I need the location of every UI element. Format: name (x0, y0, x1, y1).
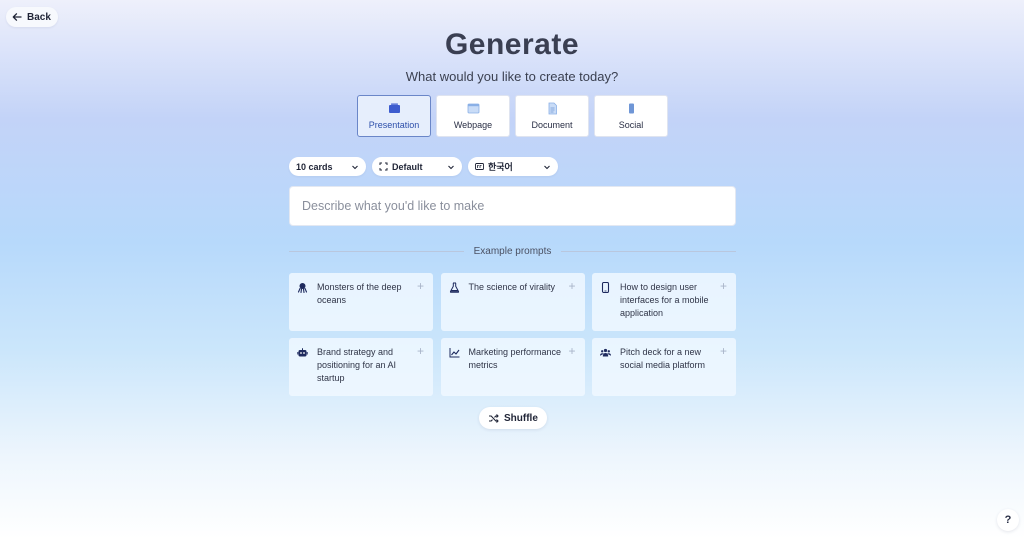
type-document[interactable]: Document (515, 95, 589, 137)
people-icon (600, 348, 611, 357)
back-label: Back (27, 11, 51, 23)
language-icon (475, 163, 484, 170)
page-subtitle: What would you like to create today? (405, 69, 619, 84)
type-label: Social (618, 120, 644, 130)
language-value: 한국어 (488, 163, 513, 173)
expand-icon (379, 162, 388, 171)
options-bar: 10 cards Default 한국어 (289, 157, 558, 176)
example-prompt-text: The science of virality (468, 282, 556, 292)
type-label: Document (531, 120, 573, 130)
add-icon[interactable]: + (568, 345, 575, 357)
example-prompt-text: Marketing performance metrics (468, 347, 562, 370)
example-prompt-card[interactable]: The science of virality + (440, 273, 585, 331)
add-icon[interactable]: + (720, 280, 727, 292)
shuffle-icon (489, 413, 499, 423)
example-prompts-divider: Example prompts (289, 244, 736, 258)
divider-line (289, 250, 464, 252)
type-selector: Presentation Webpage Document Social (357, 95, 668, 137)
example-prompt-text: How to design user interfaces for a mobi… (620, 282, 709, 318)
example-prompts-heading: Example prompts (473, 245, 552, 257)
example-prompt-text: Pitch deck for a new social media platfo… (620, 347, 706, 370)
document-icon (548, 102, 557, 115)
example-prompt-card[interactable]: Pitch deck for a new social media platfo… (592, 338, 736, 396)
shuffle-label: Shuffle (504, 412, 538, 424)
add-icon[interactable]: + (568, 280, 575, 292)
social-icon (628, 103, 634, 114)
octopus-icon (297, 283, 308, 293)
webpage-icon (467, 103, 479, 114)
theme-value: Default (392, 161, 423, 172)
type-webpage[interactable]: Webpage (436, 95, 510, 137)
example-prompts-grid: Monsters of the deep oceans + The scienc… (289, 273, 736, 396)
type-presentation[interactable]: Presentation (357, 95, 431, 137)
language-select[interactable]: 한국어 (468, 157, 558, 176)
example-prompt-text: Brand strategy and positioning for an AI… (317, 347, 397, 383)
help-button[interactable]: ? (997, 509, 1019, 531)
line-chart-icon (449, 348, 459, 358)
presentation-icon (388, 103, 400, 113)
theme-select[interactable]: Default (372, 157, 462, 176)
mobile-icon (601, 282, 610, 293)
card-count-value: 10 cards (296, 161, 333, 172)
back-button[interactable]: Back (6, 7, 58, 27)
add-icon[interactable]: + (417, 345, 424, 357)
divider-line (561, 250, 736, 252)
shuffle-button[interactable]: Shuffle (479, 407, 547, 429)
example-prompt-card[interactable]: Brand strategy and positioning for an AI… (289, 338, 433, 396)
example-prompt-card[interactable]: Monsters of the deep oceans + (289, 273, 433, 331)
add-icon[interactable]: + (417, 280, 424, 292)
example-prompt-text: Monsters of the deep oceans (317, 282, 402, 305)
card-count-select[interactable]: 10 cards (289, 157, 366, 176)
flask-icon (449, 282, 459, 293)
chevron-down-icon (544, 165, 550, 169)
chevron-down-icon (448, 165, 454, 169)
page-title: Generate (444, 28, 580, 61)
add-icon[interactable]: + (720, 345, 727, 357)
example-prompt-card[interactable]: Marketing performance metrics + (440, 338, 585, 396)
robot-icon (297, 348, 308, 357)
type-social[interactable]: Social (594, 95, 668, 137)
prompt-input[interactable] (289, 186, 736, 226)
example-prompt-card[interactable]: How to design user interfaces for a mobi… (592, 273, 736, 331)
chevron-down-icon (352, 165, 358, 169)
arrow-left-icon (12, 13, 22, 21)
type-label: Presentation (368, 120, 420, 130)
type-label: Webpage (453, 120, 493, 130)
